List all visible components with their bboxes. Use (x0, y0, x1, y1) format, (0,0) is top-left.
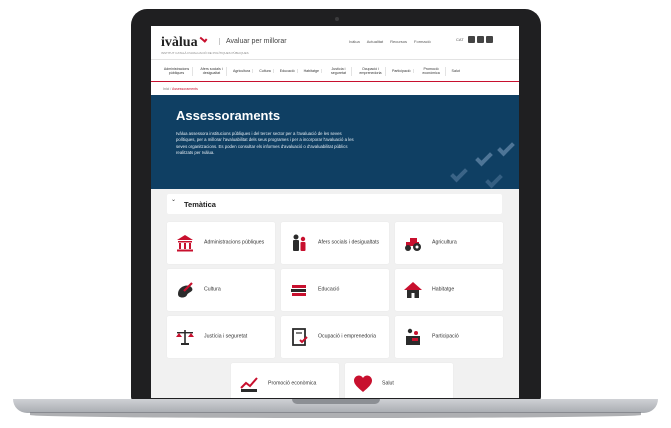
topic-tile-salut[interactable]: Salut (345, 363, 453, 398)
top-link-actualitat[interactable]: Actualitat (367, 39, 383, 44)
youtube-icon[interactable] (485, 36, 493, 43)
top-link-formacio[interactable]: Formació (414, 39, 431, 44)
document-check-icon (292, 328, 308, 346)
books-icon (291, 285, 306, 296)
decor-check-icon (497, 138, 515, 157)
laptop-shadow (30, 412, 641, 418)
topic-label: Administracions públiques (204, 239, 265, 246)
topic-label: Educació (318, 286, 340, 293)
language-selector[interactable]: CAT (456, 37, 464, 42)
nav-item-participacio[interactable]: Participació (390, 68, 414, 74)
decor-check-icon (485, 170, 503, 189)
hero-banner: Assessoraments Ivàlua assessora instituc… (151, 95, 519, 189)
topic-tile-cultura[interactable]: Cultura (167, 269, 275, 311)
topic-tile-educacio[interactable]: Educació (281, 269, 389, 311)
logo-check-icon (199, 35, 208, 43)
linkedin-icon[interactable] (467, 36, 475, 43)
camera-icon (335, 17, 339, 21)
page-title: Assessoraments (176, 108, 281, 123)
nav-item-salut[interactable]: Salut (450, 69, 462, 74)
topic-tile-habitatge[interactable]: Habitatge (395, 269, 503, 311)
heart-icon (354, 375, 372, 392)
topic-label: Participació (432, 333, 459, 340)
chevron-down-icon: ⌄ (171, 197, 177, 203)
hero-description: Ivàlua assessora institucions públiques … (176, 131, 354, 156)
house-icon (404, 282, 422, 298)
people-icon (293, 234, 306, 251)
laptop-notch (292, 399, 380, 404)
nav-item-administracions[interactable]: Administracions públiques (161, 66, 193, 76)
twitter-icon[interactable] (476, 36, 484, 43)
nav-item-justicia[interactable]: Justícia i seguretat (326, 66, 352, 76)
palette-icon (178, 282, 193, 298)
topic-tile-promocio[interactable]: Promoció econòmica (231, 363, 339, 398)
logo-subtitle: INSTITUT CATALÀ D'AVALUACIÓ DE POLÍTIQUE… (161, 51, 249, 55)
podium-icon (406, 328, 420, 345)
topic-tile-afers-socials[interactable]: Afers socials i desigualtats (281, 222, 389, 264)
government-building-icon (177, 235, 193, 252)
decor-check-icon (450, 164, 468, 183)
topic-tile-participacio[interactable]: Participació (395, 316, 503, 358)
topic-label: Agricultura (432, 239, 457, 246)
topic-tile-ocupacio[interactable]: Ocupació i emprenedoria (281, 316, 389, 358)
decor-check-icon (475, 148, 493, 167)
nav-item-educacio[interactable]: Educació (278, 68, 298, 74)
thematic-accordion-header[interactable]: ⌄ Temàtica (167, 194, 502, 214)
topic-label: Habitatge (432, 286, 455, 293)
site-header: ivàlua INSTITUT CATALÀ D'AVALUACIÓ DE PO… (151, 26, 519, 60)
nav-item-ocupacio[interactable]: Ocupació i emprenedoria (356, 66, 386, 76)
topic-tile-administracions[interactable]: Administracions públiques (167, 222, 275, 264)
tractor-icon (405, 238, 421, 251)
screen: ivàlua INSTITUT CATALÀ D'AVALUACIÓ DE PO… (151, 26, 519, 398)
main-nav: Administracions públiques Afers socials … (151, 61, 519, 82)
topic-tile-justicia[interactable]: Justícia i seguretat (167, 316, 275, 358)
scales-icon (176, 330, 194, 345)
nav-item-habitatge[interactable]: Habitatge (302, 68, 322, 74)
topic-label: Justícia i seguretat (204, 333, 248, 340)
nav-item-afers-socials[interactable]: Afers socials i desigualtat (197, 66, 227, 76)
main-content: ⌄ Temàtica Administracions públiques Afe… (151, 189, 519, 398)
breadcrumb: Inici / Assessoraments (163, 87, 198, 91)
breadcrumb-home[interactable]: Inici (163, 87, 169, 91)
topic-label: Afers socials i desigualtats (318, 239, 380, 246)
chart-growth-icon (240, 377, 258, 392)
topic-tile-agricultura[interactable]: Agricultura (395, 222, 503, 264)
nav-item-cultura[interactable]: Cultura (257, 68, 274, 74)
nav-item-agricultura[interactable]: Agricultura (231, 68, 254, 74)
nav-item-promocio[interactable]: Promoció econòmica (418, 66, 446, 76)
breadcrumb-current: Assessoraments (171, 87, 198, 91)
topic-label: Ocupació i emprenedoria (318, 333, 376, 340)
topic-label: Cultura (204, 286, 221, 293)
top-link-recursos[interactable]: Recursos (390, 39, 407, 44)
social-links: CAT (456, 36, 493, 43)
topic-label: Promoció econòmica (268, 380, 317, 387)
accordion-title: Temàtica (184, 200, 216, 209)
top-link-ivalua[interactable]: Ivàlua (349, 39, 360, 44)
site-tagline: Avaluar per millorar (219, 38, 287, 45)
topic-label: Salut (382, 380, 394, 387)
top-links: Ivàlua Actualitat Recursos Formació (349, 39, 431, 44)
site-logo[interactable]: ivàlua (161, 35, 208, 51)
